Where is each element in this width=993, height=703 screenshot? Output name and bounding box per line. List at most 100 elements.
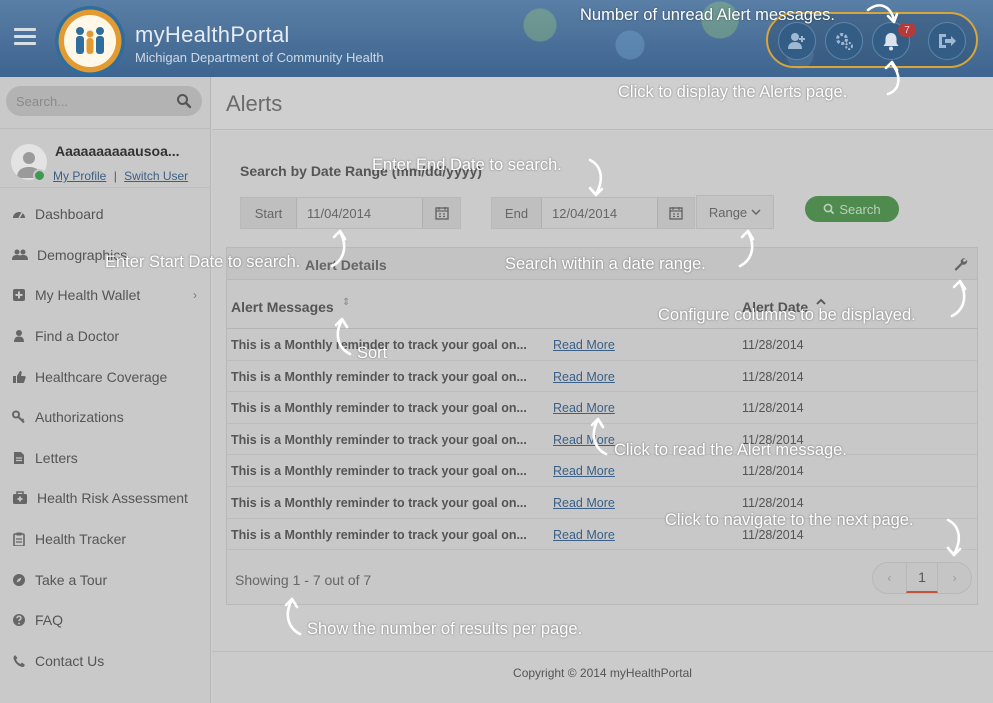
annotation-configure: Configure columns to be displayed. (658, 306, 916, 324)
family-icon (76, 27, 104, 54)
brand-subtitle: Michigan Department of Community Health (135, 50, 384, 65)
sidebar-item-dashboard[interactable]: Dashboard (0, 194, 211, 235)
results-count: Showing 1 - 7 out of 7 (235, 572, 372, 588)
annotation-arrow-start (330, 229, 347, 268)
read-more-link[interactable]: Read More (553, 464, 615, 478)
my-profile-link[interactable]: My Profile (53, 169, 106, 183)
chevron-down-icon (751, 209, 761, 216)
end-date-group: End 12/04/2014 (491, 197, 695, 229)
search-icon[interactable] (176, 93, 192, 109)
annotation-unread: Number of unread Alert messages. (580, 6, 835, 24)
pagination: ‹ 1 › (872, 562, 972, 594)
start-date-label: Start (241, 198, 297, 228)
annotation-arrow-range (738, 229, 755, 268)
sidebar-item-letters[interactable]: Letters (0, 438, 211, 479)
search-input[interactable] (16, 92, 166, 110)
read-more-link[interactable]: Read More (553, 496, 615, 510)
sidebar-search (6, 86, 202, 116)
sidebar-item-label: Health Risk Assessment (37, 490, 188, 507)
calendar-icon (669, 207, 683, 220)
annotation-alerts-page: Click to display the Alerts page. (618, 83, 848, 101)
sidebar-item-authorizations[interactable]: Authorizations (0, 397, 211, 438)
portal-logo (55, 6, 125, 76)
sidebar-item-label: Take a Tour (35, 571, 108, 588)
sidebar-item-label: Health Tracker (35, 531, 127, 548)
search-icon (823, 203, 835, 215)
sidebar-item-find-doctor[interactable]: Find a Doctor (0, 316, 211, 357)
user-links: My Profile | Switch User (53, 169, 188, 183)
end-date-label: End (492, 198, 542, 228)
clipboard-icon (13, 532, 25, 547)
footer: Copyright © 2014 myHealthPortal (212, 651, 993, 703)
bell-icon (883, 33, 899, 51)
sidebar-item-contact-us[interactable]: Contact Us (0, 641, 211, 682)
alert-date: 11/28/2014 (742, 338, 804, 352)
wrench-icon[interactable] (952, 256, 968, 272)
annotation-range: Search within a date range. (505, 255, 706, 273)
end-calendar-button[interactable] (658, 198, 694, 228)
annotation-arrow-next (946, 518, 962, 557)
sidebar-item-health-risk-assessment[interactable]: Health Risk Assessment (0, 478, 211, 519)
medkit-icon (13, 491, 27, 505)
alert-date: 11/28/2014 (742, 401, 804, 416)
sort-asc-icon[interactable] (816, 298, 826, 305)
search-button-label: Search (839, 201, 881, 217)
alert-message: This is a Monthly reminder to track your… (231, 369, 527, 384)
page-title: Alerts (226, 91, 283, 116)
page-1-button[interactable]: 1 (905, 563, 939, 593)
brand-title: myHealthPortal (135, 22, 290, 47)
alert-message: This is a Monthly reminder to track your… (231, 401, 527, 416)
sort-icon[interactable]: ⇕ (342, 297, 350, 308)
link-separator: | (113, 169, 117, 183)
sidebar-item-label: FAQ (35, 612, 64, 629)
alert-date: 11/28/2014 (742, 496, 804, 510)
sidebar-item-label: Contact Us (35, 652, 105, 669)
annotation-next-page: Click to navigate to the next page. (665, 511, 914, 529)
sidebar-item-label: Authorizations (35, 409, 124, 426)
read-more-link[interactable]: Read More (553, 338, 615, 352)
dashboard-icon (13, 212, 25, 219)
chevron-right-icon: › (193, 288, 197, 303)
start-date-input[interactable]: 11/04/2014 (297, 198, 423, 228)
sidebar-item-health-tracker[interactable]: Health Tracker (0, 519, 211, 560)
user-card: Aaaaaaaaaausoa... My Profile | Switch Us… (0, 128, 211, 188)
sidebar-item-faq[interactable]: FAQ (0, 600, 211, 641)
sidebar-item-take-tour[interactable]: Take a Tour (0, 559, 211, 600)
gear-icon (836, 33, 853, 50)
read-more-link[interactable]: Read More (553, 370, 615, 384)
sidebar-item-label: Healthcare Coverage (35, 368, 168, 385)
col-alert-messages[interactable]: Alert Messages (231, 299, 334, 315)
annotation-end-date: Enter End Date to search. (372, 156, 562, 174)
read-more-link[interactable]: Read More (553, 528, 615, 542)
start-calendar-button[interactable] (423, 198, 460, 228)
copyright-text: Copyright © 2014 myHealthPortal (513, 666, 692, 680)
sidebar-item-health-wallet[interactable]: My Health Wallet › (0, 275, 211, 316)
page-header: Alerts (212, 77, 993, 130)
search-button[interactable]: Search (805, 196, 899, 222)
switch-user-link[interactable]: Switch User (124, 169, 188, 183)
logout-button[interactable] (928, 22, 966, 60)
main-content: Search by Date Range (mm/dd/yyyy) Start … (212, 131, 993, 651)
compass-icon (13, 573, 25, 586)
question-icon (13, 614, 25, 627)
document-icon (14, 451, 24, 464)
add-user-button[interactable] (778, 22, 816, 60)
sidebar-item-healthcare-coverage[interactable]: Healthcare Coverage (0, 356, 211, 397)
plus-square-icon (13, 289, 25, 302)
annotation-arrow-results (284, 597, 302, 636)
menu-toggle-icon[interactable] (14, 28, 36, 46)
users-icon (12, 249, 28, 260)
alert-message: This is a Monthly reminder to track your… (231, 527, 527, 542)
thumbs-up-icon (13, 370, 26, 383)
calendar-icon (434, 207, 449, 220)
settings-button[interactable] (825, 22, 863, 60)
phone-icon (13, 654, 25, 667)
annotation-arrow-alerts (884, 60, 900, 96)
next-page-button[interactable]: › (938, 563, 971, 593)
end-date-input[interactable]: 12/04/2014 (542, 198, 658, 228)
user-name: Aaaaaaaaaausoa... (55, 143, 180, 159)
prev-page-button[interactable]: ‹ (873, 563, 906, 593)
sidebar-item-label: Letters (35, 449, 78, 466)
alert-date: 11/28/2014 (742, 369, 804, 384)
key-icon (12, 410, 25, 424)
